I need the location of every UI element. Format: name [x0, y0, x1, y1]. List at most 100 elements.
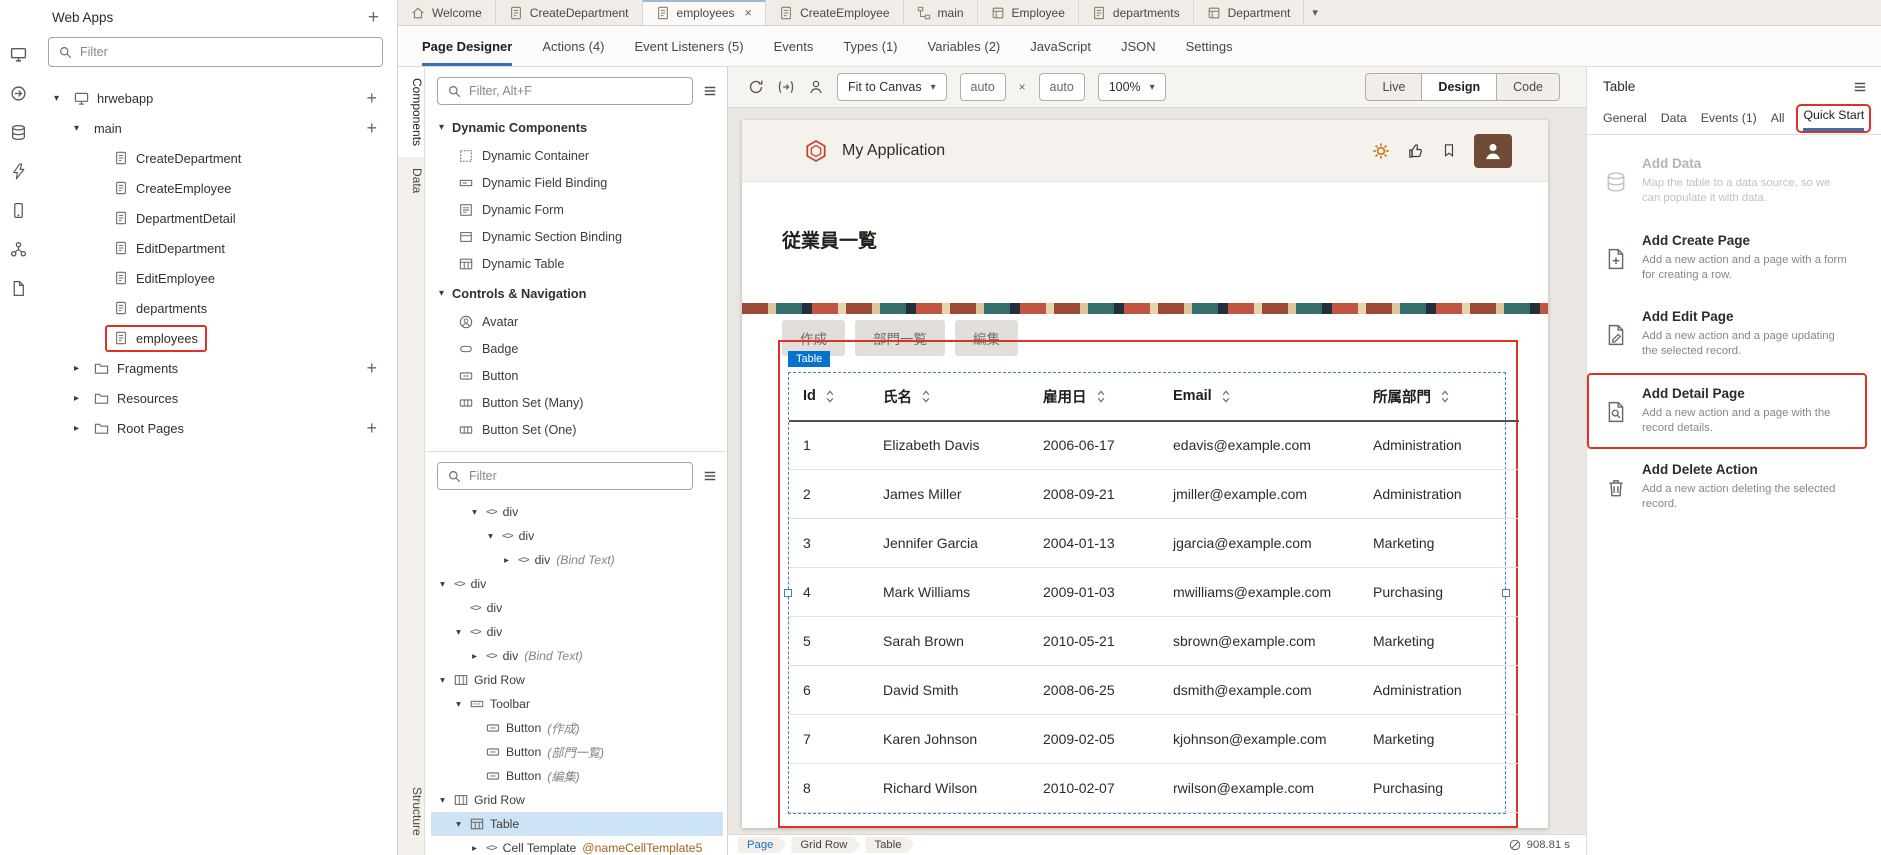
breadcrumb-table[interactable]: Table — [865, 837, 914, 853]
rail-share-icon[interactable] — [10, 85, 27, 102]
components-menu-icon[interactable] — [703, 84, 717, 98]
column-header-所属部門[interactable]: 所属部門 — [1359, 373, 1519, 421]
column-header-id[interactable]: Id — [789, 373, 869, 421]
structure-node-cell-template[interactable]: ▸<>Cell Template@nameCellTemplate5 — [431, 836, 723, 855]
editor-tab-department[interactable]: Department — [1194, 0, 1305, 25]
editor-tab-employees[interactable]: employees× — [643, 0, 767, 25]
sort-icon[interactable] — [1440, 389, 1450, 404]
component-button-set-one[interactable]: Button Set (One) — [437, 416, 721, 443]
add-icon[interactable]: + — [366, 358, 383, 379]
vertical-tab-data[interactable]: Data — [398, 157, 424, 204]
designer-tab-page-designer[interactable]: Page Designer — [422, 26, 512, 66]
tree-item-departments[interactable]: departments — [48, 293, 383, 323]
structure-node-button[interactable]: Button(作成) — [431, 716, 723, 740]
structure-node-grid-row[interactable]: ▾Grid Row — [431, 668, 723, 692]
component-dynamic-form[interactable]: Dynamic Form — [437, 196, 721, 223]
sort-icon[interactable] — [825, 389, 835, 404]
tree-item-hrwebapp[interactable]: ▾hrwebapp+ — [48, 83, 383, 113]
component-dynamic-table[interactable]: Dynamic Table — [437, 250, 721, 277]
structure-node-table[interactable]: ▾Table — [431, 812, 723, 836]
rail-database-icon[interactable] — [10, 124, 27, 141]
chevron-right-icon[interactable]: ▸ — [70, 423, 83, 434]
mode-live-button[interactable]: Live — [1365, 73, 1422, 101]
structure-node-button[interactable]: Button(編集) — [431, 764, 723, 788]
editor-tab-main[interactable]: main — [904, 0, 978, 25]
properties-tab-events-1[interactable]: Events (1) — [1701, 111, 1757, 134]
tree-item-createemployee[interactable]: CreateEmployee — [48, 173, 383, 203]
components-filter[interactable] — [437, 77, 693, 105]
tree-item-fragments[interactable]: ▸Fragments+ — [48, 353, 383, 383]
rail-file-icon[interactable] — [10, 280, 27, 297]
fit-to-canvas-select[interactable]: Fit to Canvas ▾ — [837, 73, 947, 101]
chevron-down-icon[interactable]: ▾ — [437, 675, 448, 686]
design-canvas-page[interactable]: My Application 従業員一覧 — [742, 120, 1548, 828]
chevron-down-icon[interactable]: ▾ — [469, 507, 480, 518]
tree-item-editemployee[interactable]: EditEmployee — [48, 263, 383, 293]
tree-item-departmentdetail[interactable]: DepartmentDetail — [48, 203, 383, 233]
editor-tab-welcome[interactable]: Welcome — [398, 0, 496, 25]
quickstart-add-edit-page[interactable]: Add Edit PageAdd a new action and a page… — [1587, 296, 1881, 373]
add-icon[interactable]: + — [366, 418, 383, 439]
thumbs-up-icon[interactable] — [1408, 143, 1424, 159]
tree-item-resources[interactable]: ▸Resources — [48, 383, 383, 413]
tree-item-employees[interactable]: employees — [48, 323, 383, 353]
rail-bolt-icon[interactable] — [10, 163, 27, 180]
table-row[interactable]: 8Richard Wilson2010-02-07rwilson@example… — [789, 764, 1519, 813]
structure-menu-icon[interactable] — [703, 469, 717, 483]
structure-filter-input[interactable] — [469, 469, 682, 483]
chevron-right-icon[interactable]: ▸ — [469, 843, 480, 854]
table-row[interactable]: 1Elizabeth Davis2006-06-17edavis@example… — [789, 421, 1519, 470]
quickstart-add-create-page[interactable]: Add Create PageAdd a new action and a pa… — [1587, 220, 1881, 297]
structure-node-button[interactable]: Button(部門一覧) — [431, 740, 723, 764]
chevron-down-icon[interactable]: ▾ — [453, 819, 464, 830]
properties-menu-icon[interactable] — [1853, 80, 1867, 94]
close-icon[interactable]: × — [745, 5, 753, 20]
designer-tab-events[interactable]: Events — [774, 26, 814, 66]
refresh-icon[interactable] — [748, 79, 764, 95]
breadcrumb-grid-row[interactable]: Grid Row — [791, 837, 860, 853]
rail-monitor-icon[interactable] — [10, 46, 27, 63]
chevron-down-icon[interactable]: ▾ — [50, 93, 63, 104]
column-header-email[interactable]: Email — [1159, 373, 1359, 421]
mode-design-button[interactable]: Design — [1422, 73, 1497, 101]
properties-tab-general[interactable]: General — [1603, 111, 1647, 134]
employees-table[interactable]: Id氏名雇用日Email所属部門 1Elizabeth Davis2006-06… — [789, 373, 1519, 814]
sort-icon[interactable] — [1221, 389, 1231, 404]
quickstart-add-detail-page[interactable]: Add Detail PageAdd a new action and a pa… — [1587, 373, 1867, 450]
structure-filter[interactable] — [437, 462, 693, 490]
structure-node-div[interactable]: ▾<>div — [431, 620, 723, 644]
designer-tab-event-listeners-5[interactable]: Event Listeners (5) — [634, 26, 743, 66]
chevron-down-icon[interactable]: ▾ — [485, 531, 496, 542]
component-button[interactable]: Button — [437, 362, 721, 389]
properties-tab-quick-start[interactable]: Quick Start — [1803, 108, 1864, 131]
preview-user-icon[interactable] — [808, 79, 824, 95]
canvas-width-input[interactable] — [960, 73, 1006, 101]
chevron-right-icon[interactable]: ▸ — [70, 393, 83, 404]
table-row[interactable]: 3Jennifer Garcia2004-01-13jgarcia@exampl… — [789, 519, 1519, 568]
resize-handle-right[interactable] — [1502, 589, 1510, 597]
tab-overflow-icon[interactable]: ▾ — [1312, 6, 1318, 19]
column-header-氏名[interactable]: 氏名 — [869, 373, 1029, 421]
table-selection[interactable]: Id氏名雇用日Email所属部門 1Elizabeth Davis2006-06… — [788, 372, 1506, 815]
designer-tab-javascript[interactable]: JavaScript — [1030, 26, 1091, 66]
code-view-icon[interactable] — [777, 80, 795, 94]
chevron-down-icon[interactable]: ▾ — [437, 795, 448, 806]
chevron-down-icon[interactable]: ▾ — [453, 627, 464, 638]
properties-tab-data[interactable]: Data — [1661, 111, 1687, 134]
chevron-right-icon[interactable]: ▸ — [469, 651, 480, 662]
bookmark-icon[interactable] — [1442, 143, 1456, 158]
web-apps-filter-input[interactable] — [80, 45, 372, 59]
table-row[interactable]: 6David Smith2008-06-25dsmith@example.com… — [789, 666, 1519, 715]
component-dynamic-section-binding[interactable]: Dynamic Section Binding — [437, 223, 721, 250]
component-dynamic-field-binding[interactable]: Dynamic Field Binding — [437, 169, 721, 196]
add-web-app-button[interactable]: + — [368, 11, 379, 25]
table-row[interactable]: 7Karen Johnson2009-02-05kjohnson@example… — [789, 715, 1519, 764]
vertical-tab-structure[interactable]: Structure — [398, 776, 424, 847]
editor-tab-createdepartment[interactable]: CreateDepartment — [496, 0, 643, 25]
rail-mobile-icon[interactable] — [10, 202, 27, 219]
designer-tab-settings[interactable]: Settings — [1186, 26, 1233, 66]
structure-node-div[interactable]: ▸<>div(Bind Text) — [431, 548, 723, 572]
resize-handle-left[interactable] — [784, 589, 792, 597]
chevron-right-icon[interactable]: ▸ — [70, 363, 83, 374]
zoom-select[interactable]: 100% ▾ — [1098, 73, 1166, 101]
